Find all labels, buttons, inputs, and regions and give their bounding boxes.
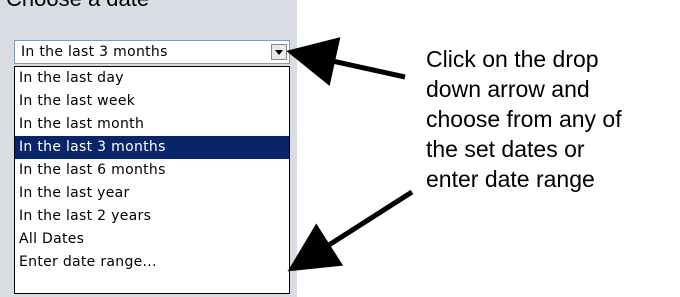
arrow-to-enter-date-range (287, 189, 414, 272)
arrow-to-dropdown-button (286, 37, 406, 87)
callout-arrows (286, 37, 414, 272)
